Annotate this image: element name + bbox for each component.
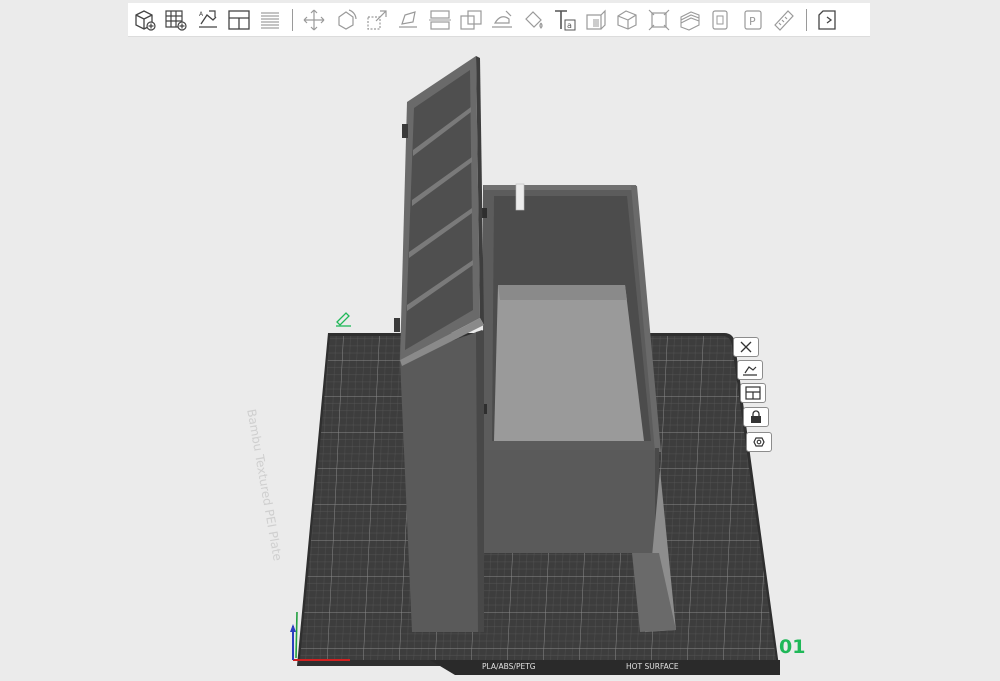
scale-button[interactable] — [362, 5, 392, 35]
fuzzy-skin-icon — [648, 9, 670, 30]
color-paint-button[interactable] — [519, 5, 549, 35]
svg-text:A: A — [199, 11, 204, 18]
variable-layer-icon — [680, 10, 700, 31]
lock-plate-button[interactable] — [743, 407, 769, 427]
orient-plate-icon — [743, 366, 757, 376]
support-paint-icon — [492, 10, 513, 28]
3d-viewport[interactable]: Bambu Textured PEI Plate PLA/ABS/PETG HO… — [0, 0, 1000, 681]
bed-tags: PLA/ABS/PETG HOT SURFACE — [466, 662, 746, 676]
text-button[interactable]: a — [550, 5, 580, 35]
bed-material-tag: PLA/ABS/PETG — [482, 662, 536, 671]
assembly-icon — [712, 9, 728, 30]
toolbar-separator — [292, 8, 294, 31]
view-toggle-button[interactable] — [813, 5, 843, 35]
lay-on-face-icon — [399, 10, 418, 28]
arrange-button[interactable] — [224, 5, 254, 35]
move-icon — [304, 9, 325, 30]
assembly-button[interactable] — [706, 5, 736, 35]
color-paint-icon — [524, 10, 543, 29]
rotate-icon — [338, 8, 357, 30]
plate-number[interactable]: 01 — [779, 636, 805, 658]
part-icon: P — [744, 9, 762, 30]
edit-plate-name-icon[interactable] — [336, 312, 351, 327]
boolean-button[interactable] — [456, 5, 486, 35]
lay-on-face-button[interactable] — [393, 5, 423, 35]
close-plate-button[interactable] — [733, 337, 759, 357]
scene-canvas[interactable] — [0, 0, 1000, 681]
toolbar-separator — [806, 8, 808, 31]
part-button[interactable]: P — [738, 5, 768, 35]
ruler-icon — [774, 9, 794, 31]
plate-settings-button[interactable] — [746, 432, 772, 452]
auto-orient-button[interactable]: A — [193, 5, 223, 35]
fuzzy-skin-button[interactable] — [644, 5, 674, 35]
measure-button[interactable] — [612, 5, 642, 35]
main-toolbar: A a P — [128, 3, 870, 37]
support-paint-button[interactable] — [487, 5, 517, 35]
arrange-icon — [228, 9, 250, 30]
move-button[interactable] — [299, 5, 329, 35]
cut-icon — [428, 9, 451, 30]
arrange-plate-button[interactable] — [740, 383, 766, 403]
add-object-icon — [135, 9, 156, 31]
ruler-button[interactable] — [769, 5, 799, 35]
lock-plate-icon — [751, 410, 761, 423]
hot-surface-tag: HOT SURFACE — [626, 662, 679, 671]
add-object-button[interactable] — [130, 5, 160, 35]
cut-button[interactable] — [425, 5, 455, 35]
view-toggle-icon — [818, 9, 836, 30]
plate-settings-icon — [753, 437, 765, 447]
svg-text:P: P — [749, 15, 756, 28]
rotate-button[interactable] — [331, 5, 361, 35]
seam-paint-icon — [586, 9, 606, 30]
measure-icon — [617, 9, 638, 30]
scale-icon — [367, 9, 387, 30]
add-plate-icon — [165, 9, 187, 31]
split-button[interactable] — [255, 5, 285, 35]
split-icon — [261, 12, 280, 28]
add-plate-button[interactable] — [161, 5, 191, 35]
seam-paint-button[interactable] — [581, 5, 611, 35]
close-plate-icon — [740, 341, 752, 353]
variable-layer-button[interactable] — [675, 5, 705, 35]
text-icon: a — [554, 9, 576, 30]
arrange-plate-icon — [745, 386, 761, 400]
svg-text:a: a — [567, 21, 572, 30]
orient-plate-button[interactable] — [737, 360, 763, 380]
boolean-icon — [460, 9, 482, 30]
auto-orient-icon: A — [198, 9, 217, 28]
